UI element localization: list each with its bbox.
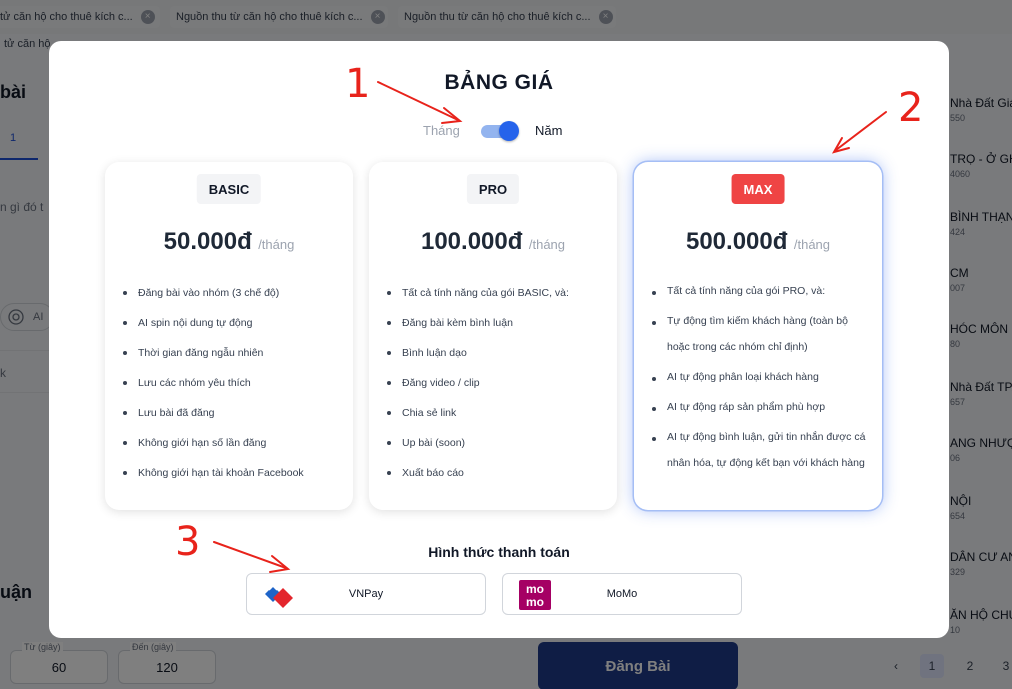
- feature-item: AI spin nội dung tự động: [121, 308, 341, 338]
- vnpay-button[interactable]: VNPay: [246, 573, 486, 615]
- plan-price: 50.000đ /tháng: [105, 228, 353, 256]
- billing-period-switch[interactable]: [481, 121, 519, 141]
- feature-item: Lưu các nhóm yêu thích: [121, 368, 341, 398]
- feature-item: Tất cả tính năng của gói BASIC, và:: [385, 278, 605, 308]
- feature-item: Đăng bài vào nhóm (3 chế độ): [121, 278, 341, 308]
- feature-item: Không giới hạn tài khoản Facebook: [121, 458, 341, 488]
- plan-badge: PRO: [466, 174, 520, 204]
- feature-item: Không giới hạn số lần đăng: [121, 428, 341, 458]
- feature-item: Tự động tìm kiếm khách hàng (toàn bộ hoặ…: [650, 308, 870, 360]
- annotation-number-3: 3: [175, 519, 201, 565]
- switch-knob: [499, 121, 519, 141]
- feature-item: Thời gian đăng ngẫu nhiên: [121, 338, 341, 368]
- plan-card-max[interactable]: MAX 500.000đ /tháng Tất cả tính năng của…: [634, 162, 882, 510]
- feature-item: Tất cả tính năng của gói PRO, và:: [650, 278, 870, 304]
- price-amount: 50.000đ: [163, 228, 252, 255]
- plan-card-basic[interactable]: BASIC 50.000đ /tháng Đăng bài vào nhóm (…: [105, 162, 353, 510]
- feature-item: Chia sẻ link: [385, 398, 605, 428]
- price-period: /tháng: [528, 237, 566, 252]
- feature-item: AI tự động phân loại khách hàng: [650, 364, 870, 390]
- feature-item: Xuất báo cáo: [385, 458, 605, 488]
- billing-toggle-row: Tháng Năm: [49, 121, 949, 141]
- payment-method-name: MoMo: [606, 588, 638, 600]
- feature-list: Đăng bài vào nhóm (3 chế độ) AI spin nội…: [121, 278, 341, 488]
- plan-badge: MAX: [731, 174, 785, 204]
- feature-item: Up bài (soon): [385, 428, 605, 458]
- feature-item: AI tự động bình luận, gửi tin nhắn được …: [650, 424, 870, 476]
- feature-item: Bình luận dạo: [385, 338, 605, 368]
- monthly-label[interactable]: Tháng: [423, 123, 460, 138]
- plan-card-pro[interactable]: PRO 100.000đ /tháng Tất cả tính năng của…: [369, 162, 617, 510]
- yearly-label[interactable]: Năm: [535, 123, 562, 138]
- feature-item: Lưu bài đã đăng: [121, 398, 341, 428]
- price-period: /tháng: [793, 237, 831, 252]
- feature-list: Tất cả tính năng của gói BASIC, và: Đăng…: [385, 278, 605, 488]
- feature-item: Đăng video / clip: [385, 368, 605, 398]
- plan-price: 100.000đ /tháng: [369, 228, 617, 256]
- price-amount: 100.000đ: [420, 228, 523, 255]
- modal-title: BẢNG GIÁ: [444, 71, 554, 94]
- plan-badge: BASIC: [196, 174, 262, 204]
- price-period: /tháng: [258, 237, 295, 252]
- price-amount: 500.000đ: [685, 228, 788, 255]
- momo-button[interactable]: mo mo MoMo: [502, 573, 742, 615]
- feature-item: AI tự động ráp sản phẩm phù hợp: [650, 394, 870, 420]
- payment-method-name: VNPay: [348, 588, 384, 600]
- annotation-number-1: 1: [345, 61, 371, 107]
- plan-price: 500.000đ /tháng: [634, 228, 882, 256]
- annotation-number-2: 2: [898, 85, 924, 131]
- feature-list: Tất cả tính năng của gói PRO, và: Tự độn…: [650, 278, 870, 480]
- feature-item: Đăng bài kèm bình luận: [385, 308, 605, 338]
